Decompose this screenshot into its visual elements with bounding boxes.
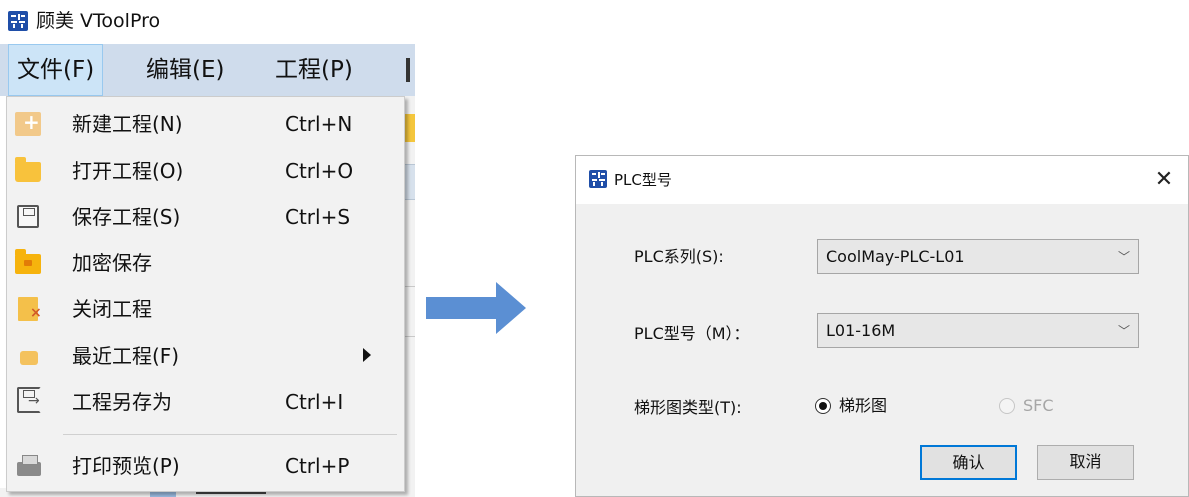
radio-sfc-label: SFC xyxy=(1023,396,1054,415)
close-icon[interactable]: ✕ xyxy=(1146,162,1182,198)
dialog-titlebar: PLC型号 ✕ xyxy=(576,156,1188,204)
menu-item-shortcut: Ctrl+S xyxy=(285,205,351,229)
plc-series-value: CoolMay-PLC-L01 xyxy=(826,247,965,266)
new-project-icon xyxy=(15,110,41,136)
menu-overflow-edge xyxy=(406,58,410,82)
menu-item-recent-projects[interactable]: 最近工程(F) xyxy=(7,333,404,379)
file-menu-dropdown: 新建工程(N) Ctrl+N 打开工程(O) Ctrl+O 保存工程(S) Ct… xyxy=(6,96,405,492)
menu-item-label: 加密保存 xyxy=(72,251,152,275)
menu-item-close-project[interactable]: 关闭工程 xyxy=(7,286,404,332)
menu-item-open-project[interactable]: 打开工程(O) Ctrl+O xyxy=(7,148,404,194)
menu-item-shortcut: Ctrl+I xyxy=(285,390,344,414)
menu-item-print-preview[interactable]: 打印预览(P) Ctrl+P xyxy=(7,443,404,489)
plc-series-select[interactable]: CoolMay-PLC-L01 ﹀ xyxy=(817,239,1139,274)
app-logo-icon xyxy=(8,11,28,31)
confirm-button[interactable]: 确认 xyxy=(920,445,1017,480)
menu-item-label: 工程另存为 xyxy=(72,390,172,414)
chevron-down-icon: ﹀ xyxy=(1118,250,1131,264)
menu-separator xyxy=(63,434,397,435)
menu-item-shortcut: Ctrl+P xyxy=(285,454,350,478)
menu-item-label: 新建工程(N) xyxy=(72,112,183,136)
save-as-icon xyxy=(17,387,41,413)
app-title: 顾美 VToolPro xyxy=(36,10,161,32)
app-logo-icon xyxy=(589,170,607,188)
ladder-type-label: 梯形图类型(T): xyxy=(634,398,742,417)
plc-model-dialog: PLC型号 ✕ PLC系列(S): CoolMay-PLC-L01 ﹀ PLC型… xyxy=(575,155,1189,497)
menu-project[interactable]: 工程(P) xyxy=(267,44,361,96)
menu-file[interactable]: 文件(F) xyxy=(8,44,104,96)
plc-model-select[interactable]: L01-16M ﹀ xyxy=(817,313,1139,348)
close-project-icon xyxy=(18,297,42,321)
menu-item-save-project[interactable]: 保存工程(S) Ctrl+S xyxy=(7,194,404,240)
plc-model-label: PLC型号（M）： xyxy=(634,324,750,343)
menu-item-label: 打开工程(O) xyxy=(72,159,184,183)
radio-sfc[interactable] xyxy=(999,398,1015,414)
encrypted-folder-icon xyxy=(15,249,41,274)
radio-ladder-diagram[interactable] xyxy=(815,398,831,414)
menu-item-shortcut: Ctrl+O xyxy=(285,159,354,183)
cancel-button[interactable]: 取消 xyxy=(1037,445,1134,480)
plc-series-label: PLC系列(S): xyxy=(634,247,724,266)
submenu-arrow-icon xyxy=(363,348,371,362)
menu-item-label: 关闭工程 xyxy=(72,297,152,321)
menu-item-shortcut: Ctrl+N xyxy=(285,112,353,136)
app-titlebar: 顾美 VToolPro xyxy=(0,0,415,42)
dialog-title: PLC型号 xyxy=(614,171,672,189)
menu-item-save-as[interactable]: 工程另存为 Ctrl+I xyxy=(7,379,404,425)
menu-item-encrypted-save[interactable]: 加密保存 xyxy=(7,240,404,286)
save-icon xyxy=(17,205,39,228)
radio-ladder-diagram-label: 梯形图 xyxy=(839,396,888,415)
printer-icon xyxy=(17,455,41,476)
menu-edit[interactable]: 编辑(E) xyxy=(138,44,232,96)
folder-icon xyxy=(15,157,41,182)
chevron-down-icon: ﹀ xyxy=(1118,324,1131,338)
right-arrow-icon xyxy=(426,282,526,334)
menu-item-new-project[interactable]: 新建工程(N) Ctrl+N xyxy=(7,101,404,147)
menu-bar: 文件(F) 编辑(E) 工程(P) xyxy=(0,44,415,96)
menu-item-label: 最近工程(F) xyxy=(72,344,180,368)
menu-item-label: 打印预览(P) xyxy=(72,454,180,478)
recent-projects-icon xyxy=(20,351,38,365)
menu-item-label: 保存工程(S) xyxy=(72,205,181,229)
plc-model-value: L01-16M xyxy=(826,321,896,340)
